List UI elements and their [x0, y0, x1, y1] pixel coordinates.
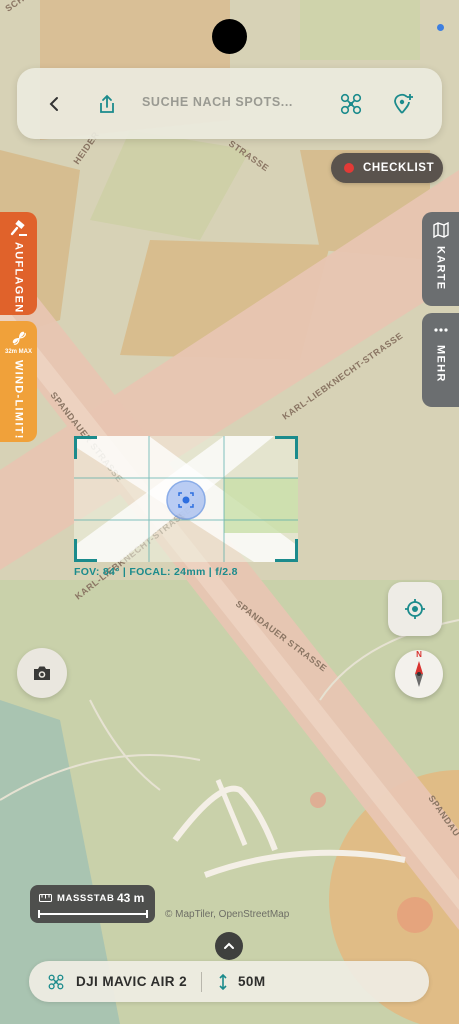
search-input[interactable]: SUCHE NACH SPOTS...	[142, 95, 293, 109]
chevron-up-icon	[224, 942, 234, 949]
more-icon	[433, 328, 448, 332]
scale-label: MASSSTAB	[57, 893, 115, 904]
wind-icon	[12, 331, 26, 345]
frame-corner	[74, 436, 97, 459]
map-tab-label: KARTE	[434, 246, 447, 291]
map-attribution[interactable]: © MapTiler, OpenStreetMap	[165, 909, 289, 920]
camera-info: FOV: 84° | FOCAL: 24mm | f/2.8	[74, 566, 238, 578]
add-location-icon	[394, 93, 413, 114]
frame-corner	[275, 436, 298, 459]
camera-button[interactable]	[17, 648, 67, 698]
map-scale: MASSSTAB 43 m	[30, 885, 155, 923]
altitude-value: 50M	[238, 974, 266, 989]
back-icon	[49, 97, 58, 111]
status-indicator	[437, 24, 444, 31]
share-icon	[100, 94, 114, 113]
scale-value: 43 m	[117, 891, 145, 905]
restrictions-label: AUFLAGEN	[12, 242, 25, 314]
expand-panel-button[interactable]	[215, 932, 243, 960]
restrictions-tab[interactable]: AUFLAGEN	[0, 212, 37, 315]
altitude-icon	[219, 973, 227, 990]
map-icon	[432, 222, 449, 238]
ruler-icon	[39, 894, 52, 902]
scale-bar	[38, 910, 148, 918]
divider	[201, 971, 203, 992]
frame-corner	[275, 539, 298, 562]
frame-corner	[74, 539, 97, 562]
more-tab-label: MEHR	[434, 345, 447, 383]
drone-icon	[340, 93, 362, 115]
search-bar: SUCHE NACH SPOTS...	[17, 68, 442, 139]
compass-button[interactable]: N	[395, 650, 443, 698]
drone-icon	[48, 974, 64, 989]
gavel-icon	[10, 220, 27, 236]
compass-north-label: N	[416, 650, 422, 659]
wind-label: WIND-LIMIT!	[12, 360, 25, 440]
more-tab[interactable]: MEHR	[422, 313, 459, 407]
camera-footprint[interactable]	[74, 436, 298, 562]
wind-badge: 32m MAX	[4, 349, 32, 355]
add-location-button[interactable]	[385, 86, 421, 122]
back-button[interactable]	[37, 86, 73, 122]
locate-icon	[405, 599, 425, 619]
drone-position-icon	[166, 480, 206, 520]
checklist-status-dot	[344, 163, 354, 173]
drone-button[interactable]	[333, 86, 369, 122]
locate-button[interactable]	[388, 582, 442, 636]
wind-limit-tab[interactable]: 32m MAX WIND-LIMIT!	[0, 321, 37, 442]
camera-icon	[34, 666, 50, 680]
checklist-button[interactable]: CHECKLIST	[331, 153, 443, 183]
drone-model: DJI MAVIC AIR 2	[76, 974, 188, 989]
map-tab[interactable]: KARTE	[422, 212, 459, 306]
camera-cutout	[212, 19, 247, 54]
share-button[interactable]	[89, 86, 125, 122]
drone-status-bar[interactable]: DJI MAVIC AIR 2 50M	[29, 961, 429, 1002]
checklist-label: CHECKLIST	[363, 162, 435, 174]
